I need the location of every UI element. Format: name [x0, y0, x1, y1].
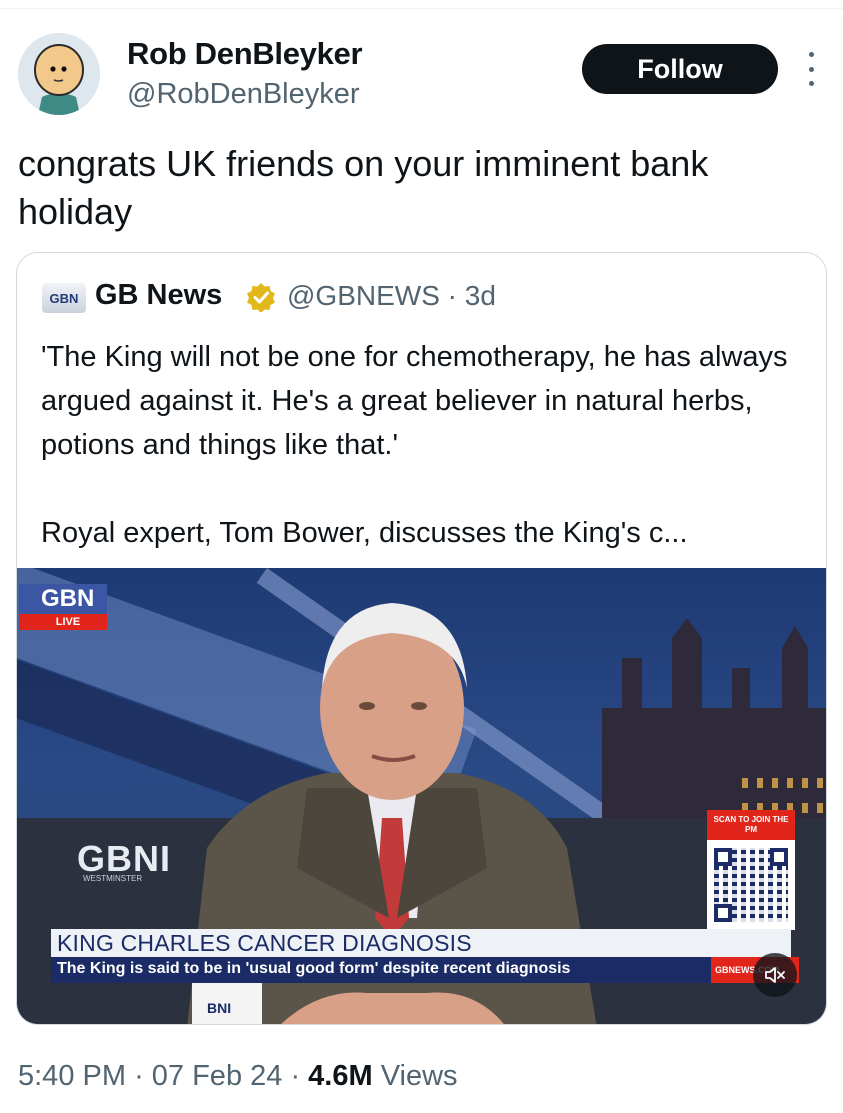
qr-heading: SCAN TO JOIN THE PM	[707, 810, 795, 840]
author-handle[interactable]: @RobDenBleyker	[127, 78, 360, 111]
gbnews-avatar[interactable]: GBN	[42, 283, 86, 313]
channel-tag: GBN LIVE	[19, 584, 107, 632]
speaker-muted-icon[interactable]	[753, 953, 797, 997]
quoted-paragraph-1: 'The King will not be one for chemothera…	[41, 341, 788, 461]
views-label: Views	[380, 1060, 458, 1092]
views-count[interactable]: 4.6M	[308, 1060, 372, 1092]
follow-button[interactable]: Follow	[582, 44, 778, 94]
tweet-date[interactable]: 07 Feb 24	[152, 1060, 283, 1092]
qr-code	[714, 848, 788, 922]
author-avatar[interactable]	[18, 33, 100, 115]
tweet-time[interactable]: 5:40 PM	[18, 1060, 126, 1092]
live-badge: LIVE	[19, 614, 107, 630]
top-divider	[0, 8, 843, 9]
mug-logo: BNI	[207, 1000, 232, 1016]
quoted-handle-time[interactable]: @GBNEWS · 3d	[287, 280, 496, 312]
quoted-author-name[interactable]: GB News	[95, 279, 222, 312]
qr-panel: SCAN TO JOIN THE PM	[707, 810, 795, 930]
video-player[interactable]: GBNI WESTMINSTER BNI GBN LIVE SCAN TO JO…	[17, 568, 826, 1024]
quoted-paragraph-2: Royal expert, Tom Bower, discusses the K…	[41, 517, 688, 549]
quoted-tweet-card[interactable]: GBN GB News @GBNEWS · 3d 'The King will …	[16, 252, 827, 1025]
verified-badge-icon	[247, 283, 275, 312]
headline-text: KING CHARLES CANCER DIAGNOSIS	[57, 930, 472, 956]
tweet-meta: 5:40 PM · 07 Feb 24 · 4.6M Views	[18, 1060, 458, 1092]
tweet-text: congrats UK friends on your imminent ban…	[18, 143, 709, 232]
quoted-text: 'The King will not be one for chemothera…	[41, 335, 811, 555]
channel-logo: GBN	[19, 584, 107, 614]
author-name[interactable]: Rob DenBleyker	[127, 36, 363, 72]
more-vertical-icon[interactable]	[800, 52, 822, 86]
ticker-text: The King is said to be in 'usual good fo…	[57, 960, 571, 977]
